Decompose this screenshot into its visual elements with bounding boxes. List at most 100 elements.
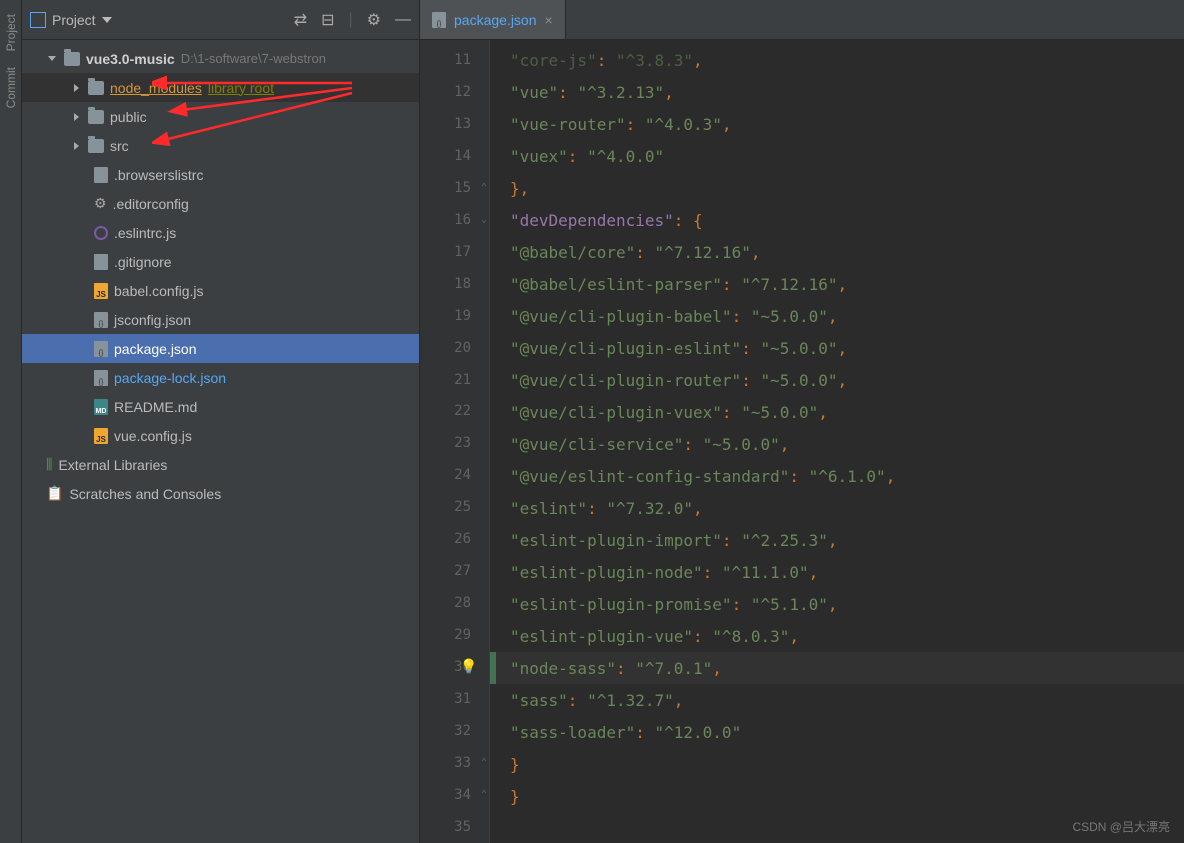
- code-line[interactable]: "vue": "^3.2.13",: [490, 76, 1184, 108]
- code-line[interactable]: "vuex": "^4.0.0": [490, 140, 1184, 172]
- tree-file[interactable]: JSbabel.config.js: [22, 276, 419, 305]
- gutter-line[interactable]: 13: [420, 108, 489, 140]
- tree-file[interactable]: {}package-lock.json: [22, 363, 419, 392]
- file-label: jsconfig.json: [114, 312, 191, 328]
- gutter-line[interactable]: 14: [420, 140, 489, 172]
- gutter-line[interactable]: 27: [420, 555, 489, 587]
- library-icon: ⫼: [46, 456, 52, 473]
- root-path: D:\1-software\7-webstron: [181, 51, 326, 66]
- gutter-line[interactable]: 31: [420, 683, 489, 715]
- project-tree[interactable]: vue3.0-music D:\1-software\7-webstron no…: [22, 40, 419, 843]
- fold-close-icon[interactable]: ⌃: [481, 789, 487, 800]
- gutter-line[interactable]: 25: [420, 491, 489, 523]
- gutter-line[interactable]: 22: [420, 395, 489, 427]
- gutter-line[interactable]: 29: [420, 619, 489, 651]
- gear-icon[interactable]: ⚙: [367, 10, 381, 30]
- external-libraries[interactable]: ⫼ External Libraries: [22, 450, 419, 479]
- code-line[interactable]: "eslint-plugin-import": "^2.25.3",: [490, 524, 1184, 556]
- gutter-line[interactable]: 12: [420, 76, 489, 108]
- fold-open-icon[interactable]: ⌄: [481, 214, 487, 225]
- gutter-line[interactable]: 33⌃: [420, 747, 489, 779]
- code-area[interactable]: "core-js": "^3.8.3", "vue": "^3.2.13", "…: [490, 40, 1184, 843]
- chevron-right-icon[interactable]: [70, 140, 82, 152]
- code-line[interactable]: "sass": "^1.32.7",: [490, 684, 1184, 716]
- code-line[interactable]: "eslint-plugin-vue": "^8.0.3",: [490, 620, 1184, 652]
- gutter-line[interactable]: 26: [420, 523, 489, 555]
- tree-file[interactable]: .eslintrc.js: [22, 218, 419, 247]
- rail-project[interactable]: Project: [4, 14, 18, 51]
- bulb-icon[interactable]: 💡: [460, 659, 477, 675]
- select-opened-icon[interactable]: ⇄: [294, 10, 307, 30]
- code-line[interactable]: "eslint-plugin-promise": "^5.1.0",: [490, 588, 1184, 620]
- code-line[interactable]: }: [490, 748, 1184, 780]
- expand-all-icon[interactable]: ⊟: [321, 10, 334, 30]
- gutter-line[interactable]: 15⌃: [420, 172, 489, 204]
- tab-package-json[interactable]: {} package.json ×: [420, 0, 566, 39]
- tree-root[interactable]: vue3.0-music D:\1-software\7-webstron: [22, 44, 419, 73]
- code-line[interactable]: "@vue/cli-service": "~5.0.0",: [490, 428, 1184, 460]
- rail-commit[interactable]: Commit: [4, 67, 18, 108]
- dropdown-icon[interactable]: [102, 17, 112, 23]
- gutter-line[interactable]: 34⌃: [420, 779, 489, 811]
- md-icon: MD: [94, 399, 108, 415]
- watermark: CSDN @吕大漂亮: [1072, 818, 1170, 835]
- minimize-icon[interactable]: —: [395, 11, 411, 29]
- folder-icon: [88, 81, 104, 95]
- tree-public[interactable]: public: [22, 102, 419, 131]
- gutter-line[interactable]: 24: [420, 459, 489, 491]
- project-title[interactable]: Project: [52, 12, 96, 28]
- file-label: package.json: [114, 341, 197, 357]
- file-label: .eslintrc.js: [114, 225, 176, 241]
- close-icon[interactable]: ×: [545, 12, 553, 28]
- code-line[interactable]: }: [490, 780, 1184, 812]
- code-line[interactable]: "@babel/core": "^7.12.16",: [490, 236, 1184, 268]
- code-line[interactable]: "node-sass": "^7.0.1",: [490, 652, 1184, 684]
- gutter[interactable]: 1112131415⌃16⌄17181920212223242526272829…: [420, 40, 490, 843]
- code-line[interactable]: },: [490, 172, 1184, 204]
- gutter-line[interactable]: 17: [420, 236, 489, 268]
- tree-file[interactable]: .browserslistrc: [22, 160, 419, 189]
- code-line[interactable]: "@vue/cli-plugin-router": "~5.0.0",: [490, 364, 1184, 396]
- code-line[interactable]: "@vue/cli-plugin-eslint": "~5.0.0",: [490, 332, 1184, 364]
- editor-body: 1112131415⌃16⌄17181920212223242526272829…: [420, 40, 1184, 843]
- tree-node-modules[interactable]: node_modules library root: [22, 73, 419, 102]
- tree-file[interactable]: MDREADME.md: [22, 392, 419, 421]
- chevron-right-icon[interactable]: [70, 111, 82, 123]
- gutter-line[interactable]: 19: [420, 300, 489, 332]
- file-label: package-lock.json: [114, 370, 226, 386]
- gutter-line[interactable]: 20: [420, 332, 489, 364]
- tree-file[interactable]: {}package.json: [22, 334, 419, 363]
- chevron-down-icon[interactable]: [46, 53, 58, 65]
- gutter-line[interactable]: 11: [420, 44, 489, 76]
- tree-file[interactable]: .gitignore: [22, 247, 419, 276]
- gutter-line[interactable]: 32: [420, 715, 489, 747]
- gutter-line[interactable]: 💡30: [420, 651, 489, 683]
- code-line[interactable]: "sass-loader": "^12.0.0": [490, 716, 1184, 748]
- file-label: .editorconfig: [113, 196, 189, 212]
- code-line[interactable]: "@vue/eslint-config-standard": "^6.1.0",: [490, 460, 1184, 492]
- file-label: .gitignore: [114, 254, 172, 270]
- code-line[interactable]: "eslint-plugin-node": "^11.1.0",: [490, 556, 1184, 588]
- code-line[interactable]: "@babel/eslint-parser": "^7.12.16",: [490, 268, 1184, 300]
- tree-file[interactable]: JSvue.config.js: [22, 421, 419, 450]
- gutter-line[interactable]: 23: [420, 427, 489, 459]
- gutter-line[interactable]: 21: [420, 364, 489, 396]
- gutter-line[interactable]: 16⌄: [420, 204, 489, 236]
- gutter-line[interactable]: 28: [420, 587, 489, 619]
- gutter-line[interactable]: 18: [420, 268, 489, 300]
- gutter-line[interactable]: 35: [420, 811, 489, 843]
- fold-close-icon[interactable]: ⌃: [481, 182, 487, 193]
- code-line[interactable]: "@vue/cli-plugin-vuex": "~5.0.0",: [490, 396, 1184, 428]
- code-line[interactable]: "vue-router": "^4.0.3",: [490, 108, 1184, 140]
- scratches[interactable]: 📋 Scratches and Consoles: [22, 479, 419, 508]
- tree-file[interactable]: {} jsconfig.json: [22, 305, 419, 334]
- fold-close-icon[interactable]: ⌃: [481, 757, 487, 768]
- code-line[interactable]: "devDependencies": {: [490, 204, 1184, 236]
- json-icon: {}: [94, 312, 108, 328]
- tree-file[interactable]: ⚙.editorconfig: [22, 189, 419, 218]
- code-line[interactable]: "core-js": "^3.8.3",: [490, 44, 1184, 76]
- code-line[interactable]: "eslint": "^7.32.0",: [490, 492, 1184, 524]
- code-line[interactable]: "@vue/cli-plugin-babel": "~5.0.0",: [490, 300, 1184, 332]
- chevron-right-icon[interactable]: [70, 82, 82, 94]
- tree-src[interactable]: src: [22, 131, 419, 160]
